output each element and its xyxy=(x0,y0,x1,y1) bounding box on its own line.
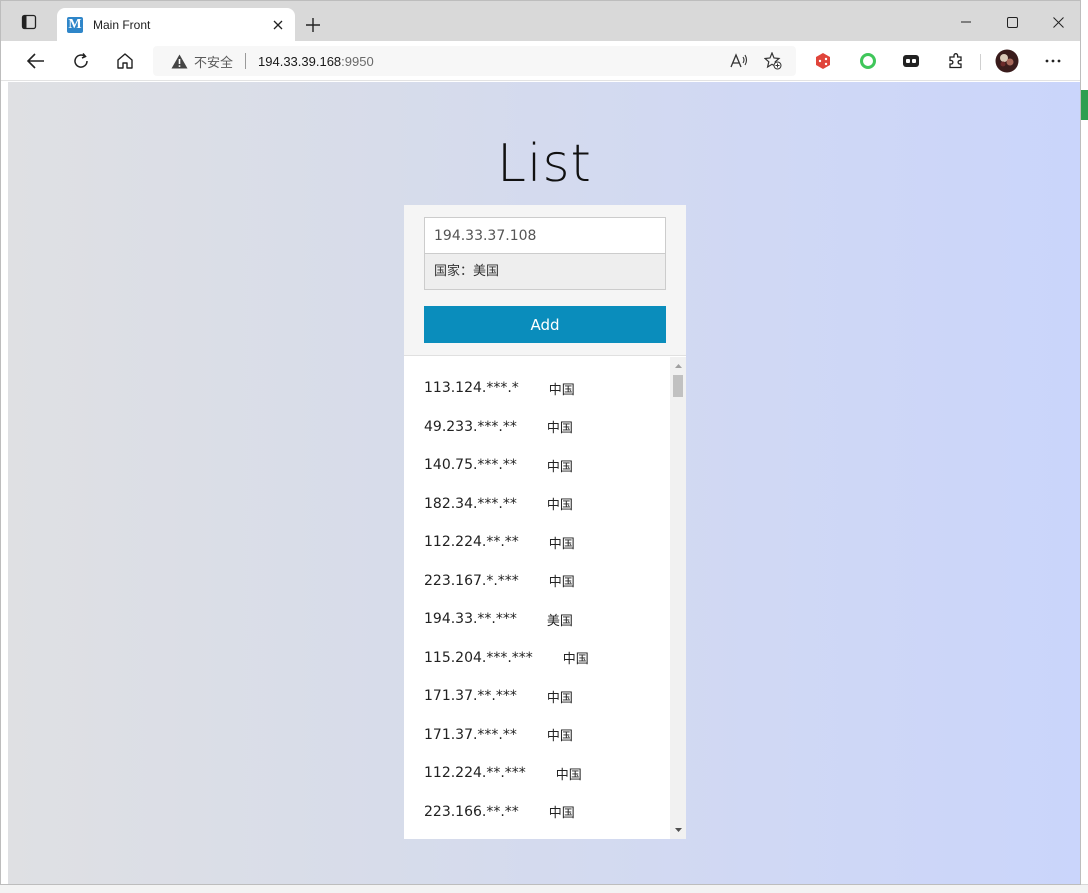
list-item: 112.224.**.** 中国 xyxy=(424,530,575,554)
warning-icon[interactable] xyxy=(170,53,188,69)
country-display: 国家：美国 xyxy=(424,254,666,290)
security-status: 不安全 xyxy=(194,55,234,71)
list-item-ip: 49.233.***.** xyxy=(424,418,517,435)
extension-ring-icon[interactable] xyxy=(856,50,880,72)
url-port: :9950 xyxy=(341,53,374,69)
extension-game-icon[interactable] xyxy=(899,50,923,72)
url-host: 194.33.39.168 xyxy=(258,53,342,69)
list-item: 49.233.***.** 中国 xyxy=(424,415,573,439)
list-item: 194.33.**.*** 美国 xyxy=(424,607,573,631)
add-favorite-icon[interactable] xyxy=(762,51,784,71)
scroll-up-arrow-icon[interactable] xyxy=(670,359,686,373)
tab-title: Main Front xyxy=(93,17,151,32)
page-title: List xyxy=(497,134,592,194)
list-item-country: 中国 xyxy=(546,498,573,513)
url-text[interactable]: 194.33.39.168:9950 xyxy=(258,54,374,69)
list-item: 182.34.***.** 中国 xyxy=(424,492,573,516)
list-item-ip: 115.204.***.*** xyxy=(424,649,533,666)
browser-window: M Main Front 不安全 194.33.39.168:9950 List… xyxy=(0,0,1081,885)
extensions-puzzle-icon[interactable] xyxy=(944,50,968,72)
minimize-button[interactable] xyxy=(943,7,989,37)
list-item-country: 中国 xyxy=(546,729,573,744)
site-favicon-icon: M xyxy=(67,16,83,33)
list-item-country: 中国 xyxy=(548,575,575,590)
ip-input[interactable] xyxy=(424,217,666,254)
list-item-ip: 171.37.**.*** xyxy=(424,688,517,704)
list-card: 国家：美国 Add 113.124.***.* 中国 49.233.***.** 中国… xyxy=(404,205,686,839)
list-item-country: 中国 xyxy=(548,382,575,398)
browser-tab[interactable]: M Main Front xyxy=(57,8,295,41)
list-item-ip: 112.224.**.** xyxy=(424,534,519,550)
list-item-ip: 113.124.***.* xyxy=(424,380,519,396)
address-separator xyxy=(245,53,247,69)
add-form: 国家：美国 Add xyxy=(404,205,686,356)
list-item: 223.166.**.** 中国 xyxy=(424,800,575,824)
scroll-down-arrow-icon[interactable] xyxy=(670,823,686,837)
add-button[interactable]: Add xyxy=(424,306,666,343)
tab-actions-icon[interactable] xyxy=(18,12,40,32)
desktop-background xyxy=(1080,0,1088,893)
desktop-app-edge xyxy=(1080,90,1088,120)
back-arrow-icon[interactable] xyxy=(21,47,51,75)
page-viewport: List 国家：美国 Add 113.124.***.*中国49.233.***… xyxy=(8,82,1080,884)
list-item-ip: 223.166.**.** xyxy=(424,803,519,820)
more-options-icon[interactable] xyxy=(1041,50,1065,72)
list-item-ip: 194.33.**.*** xyxy=(424,611,517,627)
list-item: 113.124.***.* 中国 xyxy=(424,376,575,400)
list-item: 115.204.***.*** 中国 xyxy=(424,646,589,670)
list-item: 223.167.*.*** 中国 xyxy=(424,569,575,593)
list-item-country: 中国 xyxy=(546,459,573,475)
list-item-ip: 223.167.*.*** xyxy=(424,572,519,589)
list-item-country: 中国 xyxy=(548,806,575,821)
ip-list[interactable]: 113.124.***.* 中国 49.233.***.** 中国 140.75.***… xyxy=(404,357,670,839)
close-window-button[interactable] xyxy=(1035,7,1080,37)
tab-bar: M Main Front xyxy=(1,1,1080,41)
refresh-icon[interactable] xyxy=(66,47,96,75)
list-item-country: 中国 xyxy=(546,690,573,706)
list-item: 171.37.**.*** 中国 xyxy=(424,684,573,708)
list-item-ip: 112.224.**.*** xyxy=(424,765,526,781)
list-item-country: 中国 xyxy=(562,652,589,667)
list-item: 171.37.***.** 中国 xyxy=(424,723,573,747)
list-item-country: 中国 xyxy=(548,536,575,552)
browser-toolbar: 不安全 194.33.39.168:9950 xyxy=(1,41,1080,81)
list-item-country: 中国 xyxy=(546,421,573,436)
list-item-ip: 182.34.***.** xyxy=(424,495,517,512)
read-aloud-icon[interactable] xyxy=(728,51,750,71)
toolbar-separator xyxy=(980,54,981,70)
address-bar[interactable]: 不安全 194.33.39.168:9950 xyxy=(153,46,796,76)
list-item: 140.75.***.** 中国 xyxy=(424,453,573,477)
scrollbar-thumb[interactable] xyxy=(673,375,683,397)
close-tab-icon[interactable] xyxy=(267,14,289,36)
list-item-ip: 140.75.***.** xyxy=(424,457,517,473)
list-item: 112.224.**.*** 中国 xyxy=(424,761,582,785)
home-icon[interactable] xyxy=(110,47,140,75)
profile-avatar[interactable] xyxy=(993,48,1021,74)
new-tab-button[interactable] xyxy=(301,13,325,37)
list-item-country: 美国 xyxy=(546,613,573,629)
list-item-ip: 171.37.***.** xyxy=(424,726,517,743)
maximize-button[interactable] xyxy=(989,7,1035,37)
list-scrollbar[interactable] xyxy=(670,357,686,839)
list-item-country: 中国 xyxy=(555,767,582,783)
extension-dice-icon[interactable] xyxy=(811,50,835,72)
desktop-bottom-edge xyxy=(0,884,1088,893)
